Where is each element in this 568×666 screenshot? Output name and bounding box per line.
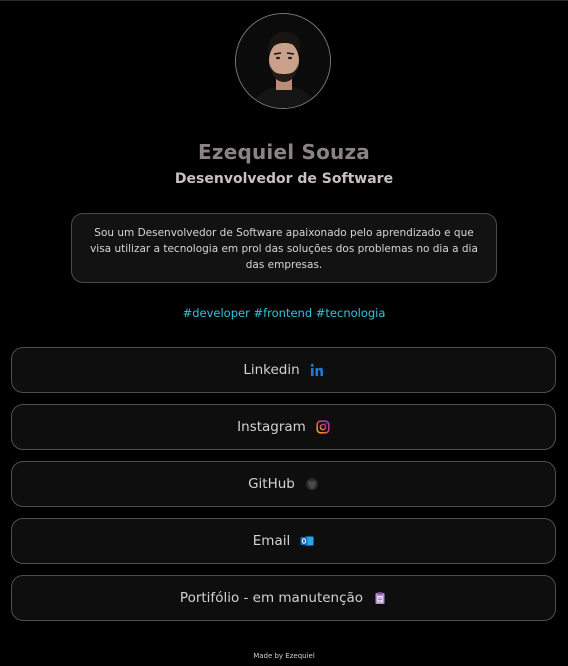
bio-text: Sou um Desenvolvedor de Software apaixon… bbox=[90, 227, 478, 271]
linkedin-label: Linkedin bbox=[243, 362, 300, 378]
instagram-icon bbox=[316, 420, 330, 434]
clipboard-icon bbox=[373, 591, 387, 605]
profile-role: Desenvolvedor de Software bbox=[174, 171, 394, 187]
outlook-icon bbox=[300, 534, 314, 548]
top-divider bbox=[0, 0, 568, 1]
email-label: Email bbox=[252, 533, 291, 549]
linkedin-icon bbox=[310, 363, 324, 377]
linkedin-button[interactable]: Linkedin bbox=[11, 347, 556, 393]
footer-credit: Made by Ezequiel bbox=[253, 652, 315, 660]
instagram-label: Instagram bbox=[237, 419, 306, 435]
github-icon bbox=[305, 477, 319, 491]
portfolio-button[interactable]: Portifólio - em manutenção bbox=[11, 575, 556, 621]
email-button[interactable]: Email bbox=[11, 518, 556, 564]
hashtags: #developer #frontend #tecnologia bbox=[182, 306, 386, 320]
avatar bbox=[235, 13, 331, 109]
bio-card: Sou um Desenvolvedor de Software apaixon… bbox=[71, 213, 497, 283]
profile-name: Ezequiel Souza bbox=[198, 140, 370, 164]
github-label: GitHub bbox=[248, 476, 295, 492]
profile-photo bbox=[236, 14, 330, 108]
portfolio-label: Portifólio - em manutenção bbox=[179, 590, 364, 606]
github-button[interactable]: GitHub bbox=[11, 461, 556, 507]
instagram-button[interactable]: Instagram bbox=[11, 404, 556, 450]
